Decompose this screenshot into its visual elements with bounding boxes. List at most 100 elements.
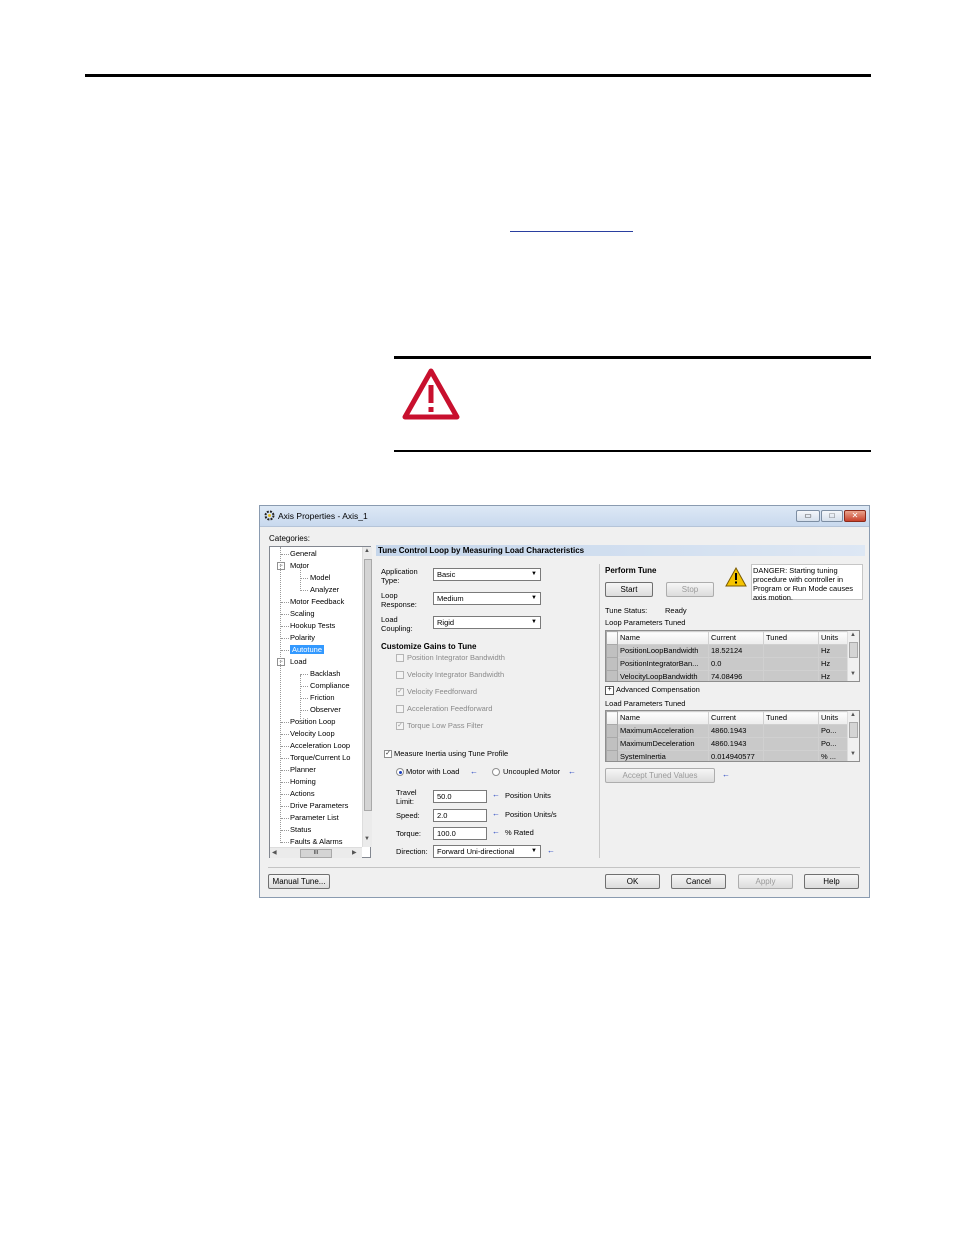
maximize-button[interactable]: □ [821,510,843,522]
tree-item-position-loop[interactable]: Position Loop [290,717,335,726]
load-col-header[interactable]: Name [617,711,709,725]
close-button[interactable]: ✕ [844,510,866,522]
scroll-down-icon[interactable]: ▼ [850,751,856,757]
tree-expander-icon[interactable]: − [277,562,285,570]
tree-vertical-scrollbar[interactable]: ▲ ▼ [362,547,372,847]
tree-horizontal-scrollbar[interactable]: ◀ III ▶ [270,847,362,858]
tree-item-homing[interactable]: Homing [290,777,316,786]
load-coupling-select[interactable]: Rigid ▼ [433,616,541,629]
application-type-select[interactable]: Basic ▼ [433,568,541,581]
tree-item-planner[interactable]: Planner [290,765,316,774]
accept-tuned-values-button[interactable]: Accept Tuned Values [605,768,715,783]
title-bar[interactable]: Axis Properties - Axis_1 ▭ □ ✕ [260,506,869,527]
tree-item-drive-parameters[interactable]: Drive Parameters [290,801,348,810]
hyperlink-underline[interactable] [510,231,633,232]
table-row[interactable]: VelocityLoopBandwidth 74.08496 Hz [606,670,851,681]
danger-message-box: DANGER: Starting tuning procedure with c… [751,564,863,602]
loop-grid-scroll-thumb[interactable] [849,642,858,658]
speed-input[interactable]: 2.0 [433,809,487,822]
load-col-header[interactable]: Current [708,711,764,725]
tree-item-polarity[interactable]: Polarity [290,633,315,642]
direction-value: Forward Uni-directional [437,847,515,856]
tree-item-status[interactable]: Status [290,825,311,834]
gain-checkbox-3[interactable] [396,705,404,713]
tree-item-load[interactable]: Load [290,657,307,666]
stop-button[interactable]: Stop [666,582,714,597]
tree-hscroll-thumb[interactable]: III [300,849,332,858]
tree-scroll-thumb[interactable] [364,559,372,811]
travel-limit-label: Travel [396,788,417,797]
tree-item-observer[interactable]: Observer [310,705,341,714]
torque-input[interactable]: 100.0 [433,827,487,840]
categories-tree[interactable]: ▲ ▼ ◀ III ▶ General − Motor Model Analyzer Mo… [269,546,372,858]
gain-checkbox-4[interactable]: ✓ [396,722,404,730]
tree-item-scaling[interactable]: Scaling [290,609,315,618]
scroll-up-icon[interactable]: ▲ [364,548,370,554]
scroll-down-icon[interactable]: ▼ [364,836,370,842]
tree-expander-icon[interactable]: − [277,658,285,666]
tree-item-model[interactable]: Model [310,573,330,582]
help-button[interactable]: Help [804,874,859,889]
load-coupling-value: Rigid [437,618,455,627]
loop-response-select[interactable]: Medium ▼ [433,592,541,605]
row-header [606,737,618,751]
tree-item-hookup-tests[interactable]: Hookup Tests [290,621,335,630]
tree-item-torque-current-lo[interactable]: Torque/Current Lo [290,753,350,762]
table-row[interactable]: PositionLoopBandwidth 18.52124 Hz [606,644,851,658]
loop-col-header[interactable]: Current [708,631,764,645]
loop-col-header[interactable]: Tuned [763,631,819,645]
load-grid-scrollbar[interactable]: ▲ ▼ [847,711,859,761]
table-row[interactable]: MaximumDeceleration 4860.1943 Po... [606,737,851,751]
motor-with-load-radio[interactable] [396,768,404,776]
load-params-grid[interactable]: Name Current Tuned Units MaximumAcceleration… [605,710,860,762]
arrow-left-icon: ← [492,827,500,836]
tree-item-analyzer[interactable]: Analyzer [310,585,339,594]
ok-button[interactable]: OK [605,874,660,889]
danger-line-3: Program or Run Mode causes [753,584,854,593]
minimize-button[interactable]: ▭ [796,510,820,522]
scroll-up-icon[interactable]: ▲ [850,712,856,718]
tree-item-parameter-list[interactable]: Parameter List [290,813,339,822]
warning-triangle-icon [402,368,460,420]
load-col-header[interactable]: Units [818,711,851,725]
tree-item-actions[interactable]: Actions [290,789,315,798]
scroll-up-icon[interactable]: ▲ [850,632,856,638]
direction-select[interactable]: Forward Uni-directional ▼ [433,845,541,858]
expand-plus-icon[interactable]: + [605,686,614,695]
travel-limit-input[interactable]: 50.0 [433,790,487,803]
load-grid-scroll-thumb[interactable] [849,722,858,738]
manual-tune-button[interactable]: Manual Tune... [268,874,330,889]
uncoupled-motor-radio[interactable] [492,768,500,776]
tree-item-motor-feedback[interactable]: Motor Feedback [290,597,344,606]
load-cell-current: 4860.1943 [708,724,764,738]
tree-item-faults-alarms[interactable]: Faults & Alarms [290,837,343,846]
loop-col-header[interactable]: Name [617,631,709,645]
tree-item-acceleration-loop[interactable]: Acceleration Loop [290,741,350,750]
tree-item-compliance[interactable]: Compliance [310,681,350,690]
tree-item-autotune[interactable]: Autotune [290,645,325,654]
gain-checkbox-1[interactable] [396,671,404,679]
table-row[interactable]: SystemInertia 0.014940577 % ... [606,750,851,761]
tree-item-backlash[interactable]: Backlash [310,669,340,678]
scroll-down-icon[interactable]: ▼ [850,671,856,677]
scroll-left-icon[interactable]: ◀ [272,849,277,856]
gain-checkbox-2[interactable]: ✓ [396,688,404,696]
table-row[interactable]: MaximumAcceleration 4860.1943 Po... [606,724,851,738]
tree-item-velocity-loop[interactable]: Velocity Loop [290,729,335,738]
tree-item-friction[interactable]: Friction [310,693,335,702]
gain-checkbox-0[interactable] [396,654,404,662]
loop-col-header[interactable]: Units [818,631,851,645]
scroll-right-icon[interactable]: ▶ [352,849,357,856]
load-coupling-label: Load [381,615,398,624]
gain-label-2: Velocity Feedforward [407,687,478,696]
cancel-button[interactable]: Cancel [671,874,726,889]
load-col-header[interactable]: Tuned [763,711,819,725]
measure-inertia-checkbox[interactable]: ✓ [384,750,392,758]
loop-grid-scrollbar[interactable]: ▲ ▼ [847,631,859,681]
advanced-compensation-label[interactable]: Advanced Compensation [616,685,700,694]
start-button[interactable]: Start [605,582,653,597]
apply-button[interactable]: Apply [738,874,793,889]
table-row[interactable]: PositionIntegratorBan... 0.0 Hz [606,657,851,671]
loop-params-grid[interactable]: Name Current Tuned Units PositionLoopBandwid… [605,630,860,682]
tree-item-general[interactable]: General [290,549,317,558]
